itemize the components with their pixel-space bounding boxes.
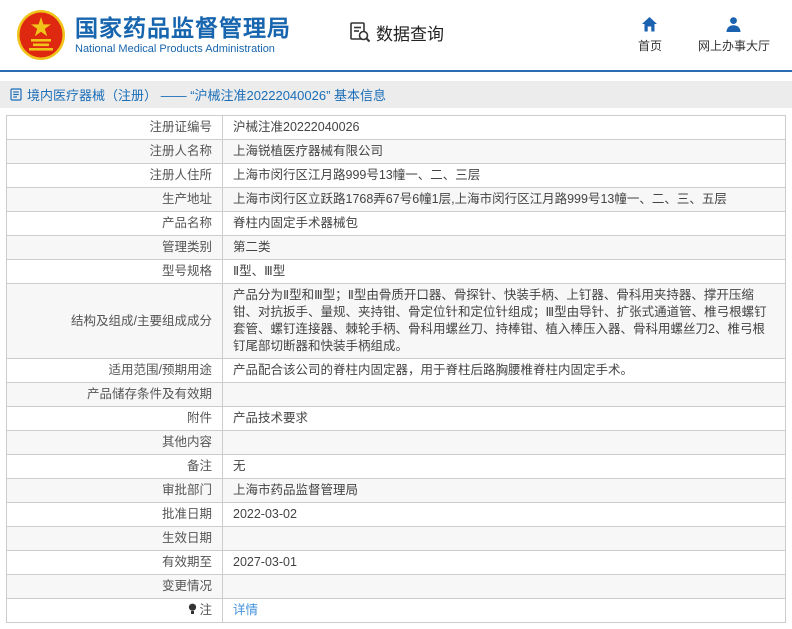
table-row: 适用范围/预期用途 产品配合该公司的脊柱内固定器，用于脊柱后路胸腰椎脊柱内固定手… — [6, 358, 786, 383]
table-row: 审批部门 上海市药品监督管理局 — [6, 478, 786, 503]
row-value — [222, 526, 786, 551]
row-label: 生产地址 — [6, 187, 223, 212]
row-label: 产品储存条件及有效期 — [6, 382, 223, 407]
row-label: 结构及组成/主要组成成分 — [6, 283, 223, 359]
table-wrap: 注册证编号 沪械注准20222040026 注册人名称 上海锐植医疗器械有限公司… — [0, 115, 792, 629]
row-value: 产品分为Ⅱ型和Ⅲ型；Ⅱ型由骨质开口器、骨探针、快装手柄、上钉器、骨科用夹持器、撑… — [222, 283, 786, 359]
row-value: 上海市药品监督管理局 — [222, 478, 786, 503]
table-row: 批准日期 2022-03-02 — [6, 502, 786, 527]
site-title-english: National Medical Products Administration — [75, 43, 275, 55]
table-row: 生产地址 上海市闵行区立跃路1768弄67号6幢1层,上海市闵行区江月路999号… — [6, 187, 786, 212]
table-row: 型号规格 Ⅱ型、Ⅲ型 — [6, 259, 786, 284]
row-value: 无 — [222, 454, 786, 479]
row-value: 2027-03-01 — [222, 550, 786, 575]
site-brand: 国家药品监督管理局 National Medical Products Admi… — [75, 15, 291, 55]
table-row: 附件 产品技术要求 — [6, 406, 786, 431]
row-label: 产品名称 — [6, 211, 223, 236]
table-row: 产品储存条件及有效期 — [6, 382, 786, 407]
table-row: 有效期至 2027-03-01 — [6, 550, 786, 575]
row-value — [222, 430, 786, 455]
table-row: 注册证编号 沪械注准20222040026 — [6, 115, 786, 140]
row-value: 沪械注准20222040026 — [222, 115, 786, 140]
site-title: 国家药品监督管理局 — [75, 15, 291, 41]
row-label: 审批部门 — [6, 478, 223, 503]
table-row: 产品名称 脊柱内固定手术器械包 — [6, 211, 786, 236]
table-row: 结构及组成/主要组成成分 产品分为Ⅱ型和Ⅲ型；Ⅱ型由骨质开口器、骨探针、快装手柄… — [6, 283, 786, 359]
table-row: 注册人住所 上海市闵行区江月路999号13幢一、二、三层 — [6, 163, 786, 188]
row-label: 管理类别 — [6, 235, 223, 260]
row-value: 上海市闵行区江月路999号13幢一、二、三层 — [222, 163, 786, 188]
nav-home-label: 首页 — [637, 39, 662, 53]
row-value: 2022-03-02 — [222, 502, 786, 527]
row-label: 适用范围/预期用途 — [6, 358, 223, 383]
table-row: 其他内容 — [6, 430, 786, 455]
row-label: 附件 — [6, 406, 223, 431]
row-label: 备注 — [6, 454, 223, 479]
table-row: 备注 无 — [6, 454, 786, 479]
row-value: 第二类 — [222, 235, 786, 260]
row-label: 批准日期 — [6, 502, 223, 527]
table-row-note: 注 详情 — [6, 598, 786, 623]
page-title-bar: 境内医疗器械（注册） —— “沪械注准20222040026” 基本信息 — [0, 81, 792, 108]
row-value: 产品配合该公司的脊柱内固定器，用于脊柱后路胸腰椎脊柱内固定手术。 — [222, 358, 786, 383]
row-value — [222, 382, 786, 407]
row-label: 生效日期 — [6, 526, 223, 551]
table-row: 变更情况 — [6, 574, 786, 599]
nav-home[interactable]: 首页 — [638, 16, 662, 54]
row-label: 注册人名称 — [6, 139, 223, 164]
row-value: 详情 — [222, 598, 786, 623]
row-value: 产品技术要求 — [222, 406, 786, 431]
row-value: 脊柱内固定手术器械包 — [222, 211, 786, 236]
row-value: 上海锐植医疗器械有限公司 — [222, 139, 786, 164]
title-bar-wrap: 境内医疗器械（注册） —— “沪械注准20222040026” 基本信息 — [0, 72, 792, 115]
data-query-label: 数据查询 — [376, 24, 444, 44]
site-header: 国家药品监督管理局 National Medical Products Admi… — [0, 0, 792, 70]
home-icon — [642, 17, 658, 32]
nav-service-hall-label: 网上办事大厅 — [697, 39, 770, 53]
page-title: 境内医疗器械（注册） —— “沪械注准20222040026” 基本信息 — [27, 88, 387, 103]
row-label: 注 — [6, 598, 223, 623]
note-label: 注 — [199, 603, 212, 617]
user-icon — [726, 17, 741, 32]
registration-info-table: 注册证编号 沪械注准20222040026 注册人名称 上海锐植医疗器械有限公司… — [6, 115, 786, 623]
header-nav: 首页 网上办事大厅 — [638, 16, 778, 54]
national-emblem-logo — [17, 10, 65, 60]
bulb-icon — [189, 603, 197, 614]
row-value: 上海市闵行区立跃路1768弄67号6幢1层,上海市闵行区江月路999号13幢一、… — [222, 187, 786, 212]
document-search-icon — [350, 22, 371, 43]
row-label: 注册证编号 — [6, 115, 223, 140]
row-label: 其他内容 — [6, 430, 223, 455]
row-label: 型号规格 — [6, 259, 223, 284]
data-query-nav[interactable]: 数据查询 — [349, 20, 444, 45]
document-icon — [10, 88, 22, 101]
row-value — [222, 574, 786, 599]
row-label: 变更情况 — [6, 574, 223, 599]
row-label: 注册人住所 — [6, 163, 223, 188]
row-value: Ⅱ型、Ⅲ型 — [222, 259, 786, 284]
detail-link[interactable]: 详情 — [233, 603, 258, 617]
table-row: 管理类别 第二类 — [6, 235, 786, 260]
table-row: 注册人名称 上海锐植医疗器械有限公司 — [6, 139, 786, 164]
nav-service-hall[interactable]: 网上办事大厅 — [698, 16, 770, 54]
row-label: 有效期至 — [6, 550, 223, 575]
table-row: 生效日期 — [6, 526, 786, 551]
